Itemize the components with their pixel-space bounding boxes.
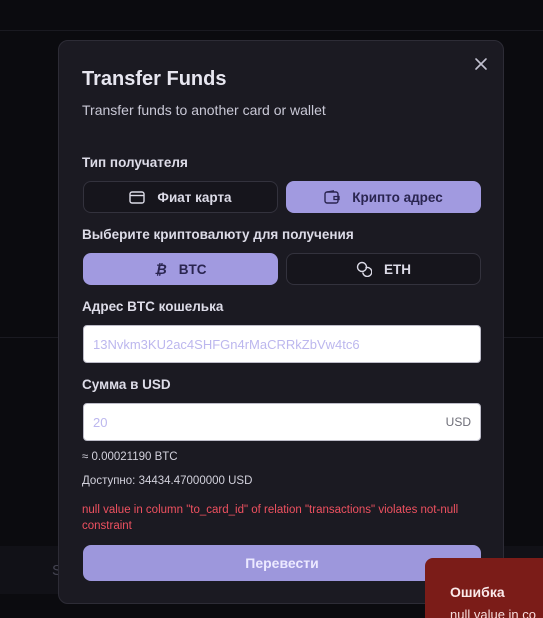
btc-label: BTC xyxy=(178,261,207,277)
wallet-address-input[interactable]: 13Nvkm3KU2ac4SHFGn4rMaCRRkZbVw4tc6 xyxy=(83,325,481,363)
recipient-type-crypto-address-button[interactable]: Крипто адрес xyxy=(286,181,481,213)
amount-input[interactable]: 20 USD xyxy=(83,403,481,441)
credit-card-icon xyxy=(129,190,146,204)
coins-icon xyxy=(356,261,372,277)
wallet-icon xyxy=(324,190,340,204)
background-divider xyxy=(0,30,543,31)
crypto-btc-button[interactable]: ₿ BTC xyxy=(83,253,278,285)
error-message: null value in column "to_card_id" of rel… xyxy=(82,504,459,532)
transfer-submit-button[interactable]: Перевести xyxy=(83,545,481,581)
error-toast[interactable]: Ошибка null value in co xyxy=(425,558,543,618)
eth-label: ETH xyxy=(384,261,411,277)
wallet-address-label: Адрес BTC кошелька xyxy=(82,299,224,314)
crypto-eth-button[interactable]: ETH xyxy=(286,253,481,285)
crypto-address-label: Крипто адрес xyxy=(352,189,443,205)
recipient-type-fiat-card-button[interactable]: Фиат карта xyxy=(83,181,278,213)
toast-title: Ошибка xyxy=(450,584,505,600)
available-balance: Доступно: 34434.47000000 USD xyxy=(82,475,253,487)
amount-label: Сумма в USD xyxy=(82,377,171,392)
crypto-select-label: Выберите криптовалюту для получения xyxy=(82,227,354,242)
toast-body: null value in co xyxy=(450,607,536,618)
bitcoin-icon: ₿ xyxy=(154,261,167,277)
wallet-address-placeholder: 13Nvkm3KU2ac4SHFGn4rMaCRRkZbVw4tc6 xyxy=(93,336,360,352)
recipient-type-label: Тип получателя xyxy=(82,155,188,170)
converted-amount: ≈ 0.00021190 BTC xyxy=(82,451,178,463)
modal-title: Transfer Funds xyxy=(82,68,227,90)
currency-suffix: USD xyxy=(445,415,471,429)
modal-subtitle: Transfer funds to another card or wallet xyxy=(82,102,326,118)
close-icon[interactable] xyxy=(470,54,492,76)
amount-placeholder: 20 xyxy=(93,414,108,430)
fiat-card-label: Фиат карта xyxy=(157,189,232,205)
